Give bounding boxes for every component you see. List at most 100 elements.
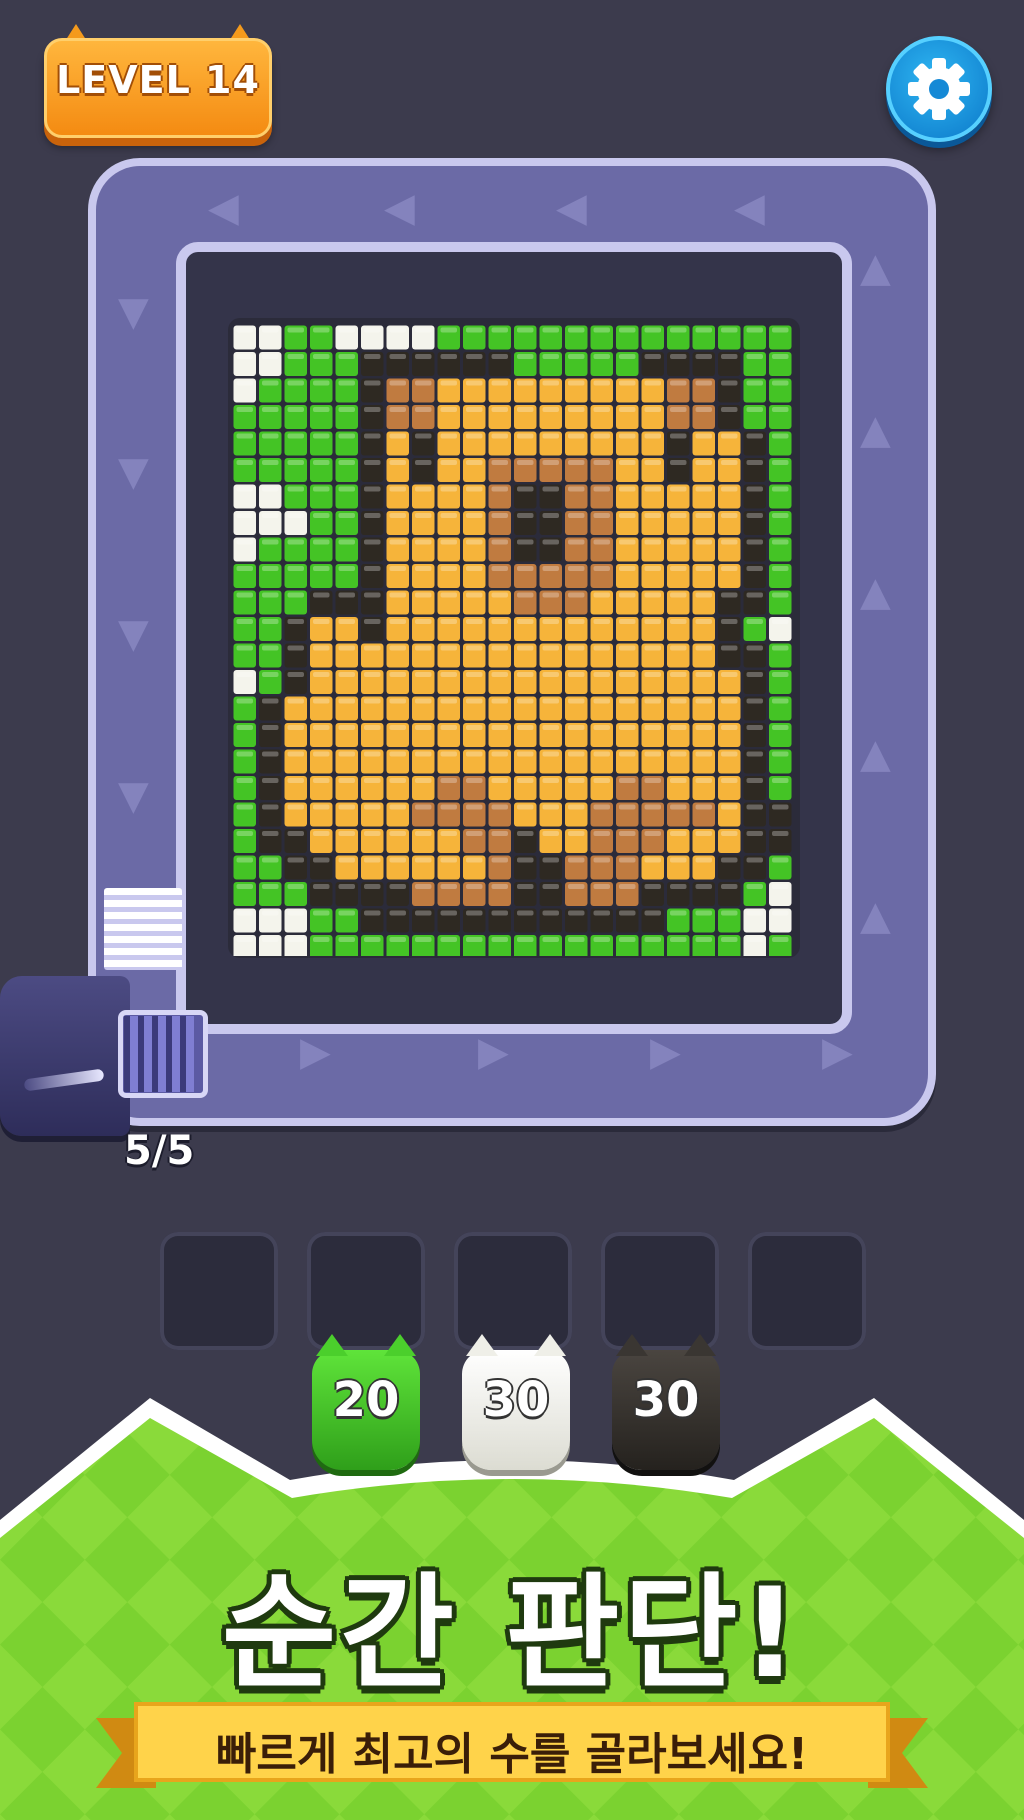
pixel-block-highlight	[415, 354, 432, 359]
cat-white[interactable]: 30	[462, 1334, 570, 1470]
pixel-block-highlight	[593, 725, 610, 730]
cat-green[interactable]: 20	[312, 1334, 420, 1470]
pixel-block-highlight	[670, 698, 687, 704]
block-launcher	[0, 976, 130, 1136]
pixel-block-highlight	[593, 407, 610, 412]
arrow-right-icon: ▶	[300, 1029, 331, 1075]
pixel-block-highlight	[236, 884, 253, 889]
holding-slot[interactable]	[454, 1232, 572, 1350]
pixel-block-highlight	[721, 354, 738, 359]
pixel-block-highlight	[721, 937, 738, 942]
pixel-block-highlight	[236, 407, 253, 412]
pixel-block-highlight	[772, 672, 789, 677]
pixel-block-highlight	[338, 910, 355, 916]
pixel-block-highlight	[491, 566, 508, 571]
pixel-block-highlight	[593, 354, 610, 359]
holding-slot[interactable]	[748, 1232, 866, 1350]
pixel-block-highlight	[593, 857, 610, 863]
pixel-block-highlight	[262, 460, 279, 465]
pixel-block-highlight	[415, 698, 432, 704]
pixel-block-highlight	[695, 354, 712, 359]
pixel-block-highlight	[313, 857, 330, 863]
pixel-block-highlight	[364, 513, 381, 518]
cat-black[interactable]: 30	[612, 1334, 720, 1470]
pixel-block-highlight	[517, 433, 534, 439]
pixel-block-highlight	[389, 910, 406, 916]
level-badge: LEVEL 14	[44, 24, 272, 138]
pixel-block-highlight	[440, 566, 457, 571]
cat-count: 30	[482, 1372, 550, 1428]
pixel-block-highlight	[568, 513, 585, 518]
subtitle: 빠르게 최고의 수를 골라보세요!	[215, 1729, 809, 1780]
pixel-board[interactable]	[232, 324, 794, 956]
pixel-block-highlight	[568, 645, 585, 651]
pixel-block-highlight	[389, 433, 406, 439]
pixel-block-highlight	[695, 327, 712, 333]
holding-slot[interactable]	[307, 1232, 425, 1350]
pixel-block-highlight	[466, 619, 483, 624]
pixel-block-highlight	[415, 857, 432, 863]
pixel-block-highlight	[542, 725, 559, 730]
pixel-block-highlight	[262, 672, 279, 677]
pixel-block-highlight	[262, 354, 279, 359]
pixel-block-highlight	[568, 592, 585, 598]
pixel-block-highlight	[466, 513, 483, 518]
pixel-block-highlight	[389, 407, 406, 412]
pixel-block-highlight	[721, 698, 738, 704]
holding-slot[interactable]	[601, 1232, 719, 1350]
pixel-block-highlight	[746, 831, 763, 836]
pixel-block-highlight	[721, 619, 738, 624]
pixel-block-highlight	[440, 513, 457, 518]
pixel-block-highlight	[670, 937, 687, 942]
pixel-block-highlight	[619, 937, 636, 942]
pixel-block-highlight	[517, 513, 534, 518]
arrow-left-icon: ◀	[734, 185, 765, 231]
pixel-block-highlight	[772, 433, 789, 439]
settings-button[interactable]	[886, 36, 992, 142]
pixel-block-highlight	[772, 539, 789, 545]
pixel-block-highlight	[389, 327, 406, 333]
pixel-block-highlight	[466, 566, 483, 571]
pixel-block-highlight	[517, 672, 534, 677]
pixel-block-highlight	[491, 433, 508, 439]
pixel-block-highlight	[338, 937, 355, 942]
pixel-block-highlight	[415, 672, 432, 677]
pixel-block-highlight	[287, 433, 304, 439]
pixel-block-highlight	[287, 645, 304, 651]
pixel-block-highlight	[313, 619, 330, 624]
pixel-block-highlight	[644, 407, 661, 412]
pixel-block-highlight	[619, 804, 636, 810]
pixel-block-highlight	[593, 380, 610, 386]
pixel-block-highlight	[695, 619, 712, 624]
pixel-block-highlight	[491, 539, 508, 545]
pixel-block-highlight	[517, 592, 534, 598]
arrow-up-icon: ▲	[860, 731, 891, 777]
level-label: LEVEL 14	[56, 58, 260, 102]
pixel-block-highlight	[466, 751, 483, 757]
pixel-block-highlight	[313, 698, 330, 704]
pixel-block-highlight	[236, 857, 253, 863]
pixel-block-highlight	[721, 486, 738, 492]
pixel-block-highlight	[389, 354, 406, 359]
holding-slot[interactable]	[160, 1232, 278, 1350]
pixel-block-highlight	[542, 460, 559, 465]
pixel-block-highlight	[517, 566, 534, 571]
pixel-block-highlight	[389, 460, 406, 465]
arrow-up-icon: ▲	[860, 245, 891, 291]
pixel-block-highlight	[415, 831, 432, 836]
pixel-block-highlight	[619, 592, 636, 598]
pixel-block-highlight	[364, 380, 381, 386]
pixel-block-highlight	[670, 407, 687, 412]
pixel-block-highlight	[491, 725, 508, 730]
pixel-block-highlight	[670, 725, 687, 730]
pixel-block-highlight	[415, 619, 432, 624]
pixel-block-highlight	[670, 592, 687, 598]
pixel-block-highlight	[644, 751, 661, 757]
pixel-block-highlight	[619, 884, 636, 889]
pixel-block-highlight	[619, 327, 636, 333]
pixel-block-highlight	[389, 380, 406, 386]
pixel-block-highlight	[619, 513, 636, 518]
pixel-block-highlight	[338, 751, 355, 757]
pixel-block-highlight	[644, 672, 661, 677]
pixel-block-highlight	[670, 513, 687, 518]
